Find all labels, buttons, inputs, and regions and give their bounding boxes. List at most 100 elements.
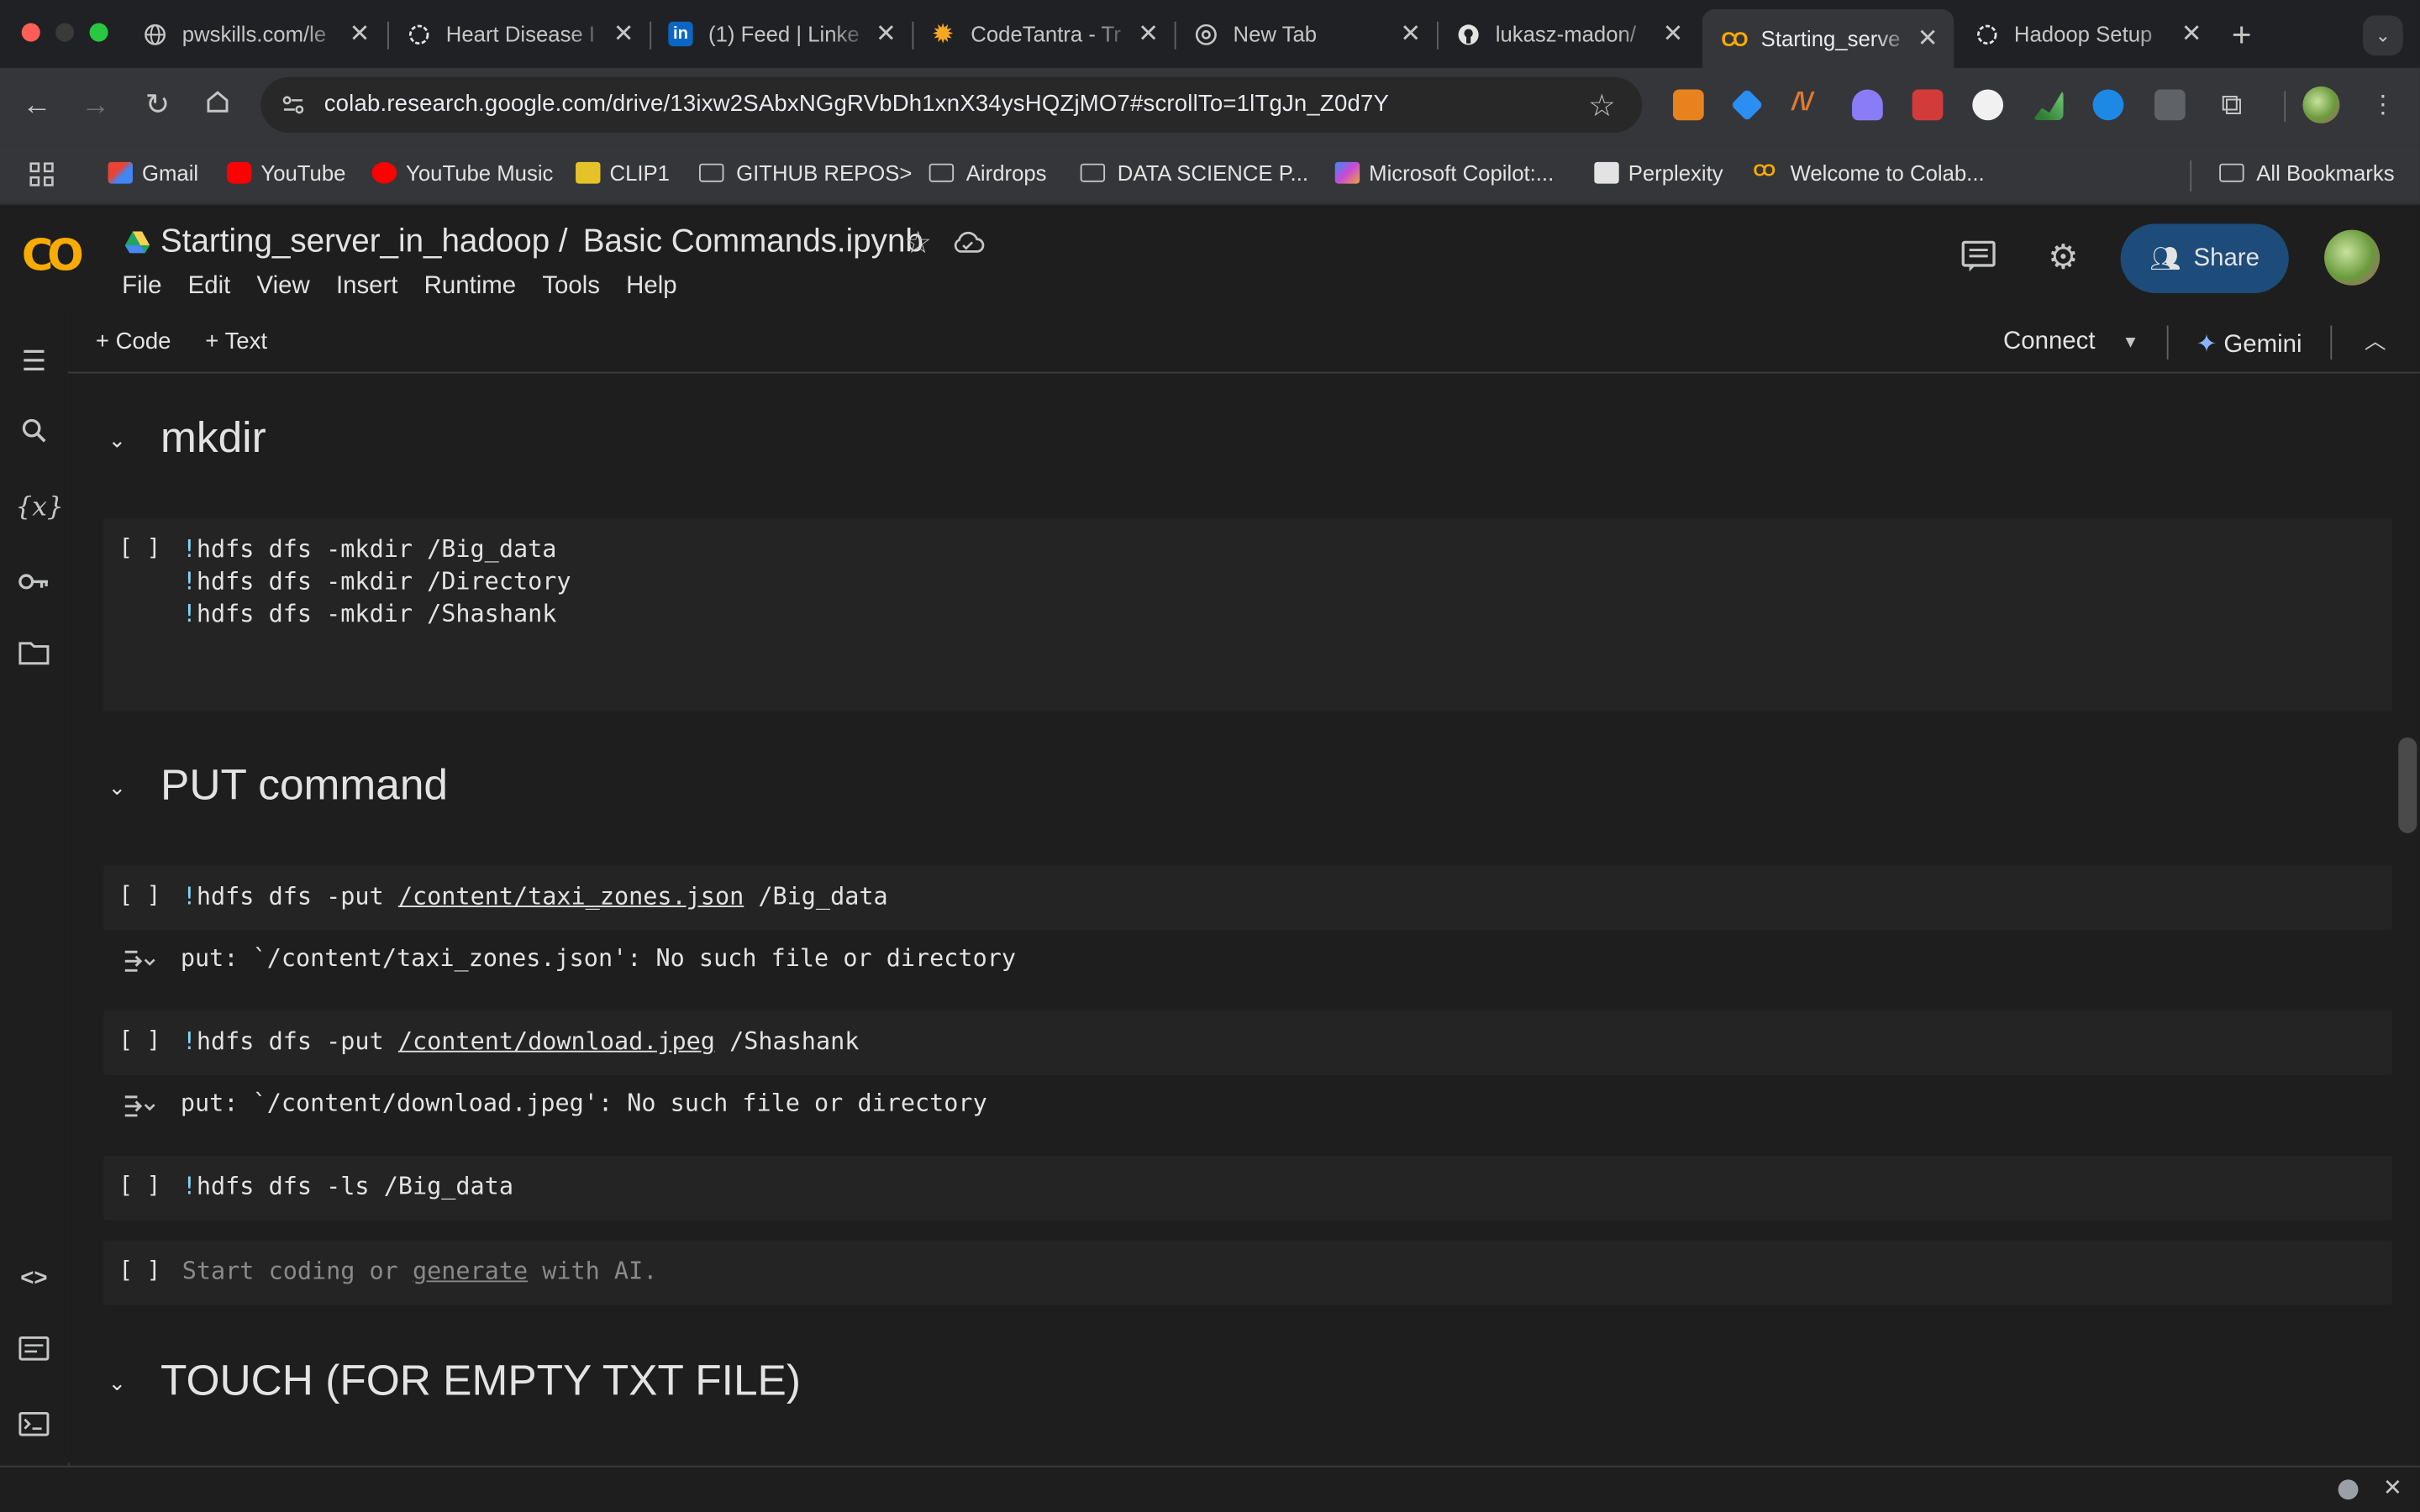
menu-runtime[interactable]: Runtime [424,273,516,301]
maximize-window-button[interactable] [89,23,108,42]
code-cell-put-2[interactable]: [ ] !hdfs dfs -put /content/download.jpe… [103,1011,2392,1076]
command-palette-icon[interactable] [15,1333,52,1370]
close-tab-icon[interactable]: ✕ [1659,18,1686,50]
metamask-extension-icon[interactable] [1672,89,1704,121]
run-cell-button[interactable]: [ ] [118,533,160,561]
collapse-section-chevron-icon[interactable]: ⌄ [108,774,127,801]
user-avatar[interactable] [2324,229,2381,286]
growth-extension-icon[interactable] [2032,89,2064,121]
settings-gear-icon[interactable]: ⚙ [2048,238,2078,278]
profile-avatar[interactable] [2302,86,2340,123]
back-arrow-icon[interactable]: ← [18,88,55,125]
tab-heart-disease[interactable]: Heart Disease I ✕ [387,9,650,59]
bookmark-perplexity[interactable]: Perplexity [1594,160,1723,185]
menu-help[interactable]: Help [626,273,676,301]
add-text-cell-button[interactable]: + Text [205,328,267,354]
wave-extension-icon[interactable]: /\/ [1791,90,1823,121]
notebook-name[interactable]: Basic Commands.ipynb [583,223,923,259]
code-cell-ls[interactable]: [ ] !hdfs dfs -ls /Big_data [103,1155,2392,1221]
terminal-icon[interactable] [15,1409,52,1446]
gemini-button[interactable]: ✦ Gemini [2196,328,2302,360]
apps-grid-icon[interactable] [28,160,55,196]
collapse-section-chevron-icon[interactable]: ⌄ [108,1370,127,1396]
ghost-extension-icon[interactable] [1852,89,1883,121]
bookmark-clip1[interactable]: CLIP1 [576,160,670,185]
tabs-extension-icon[interactable] [2154,89,2186,121]
collapse-section-chevron-icon[interactable]: ⌄ [108,428,127,454]
notebook-folder[interactable]: Starting_server_in_hadoop / [160,223,568,259]
menu-insert[interactable]: Insert [336,273,397,301]
menu-file[interactable]: File [122,273,161,301]
close-tab-icon[interactable]: ✕ [1134,18,1162,50]
bookmark-star-icon[interactable]: ☆ [1588,87,1616,125]
share-button[interactable]: 👥︎ Share [2120,223,2289,293]
search-icon[interactable] [15,417,52,454]
minimize-window-button[interactable] [55,23,75,42]
scrollbar-thumb[interactable] [2398,737,2417,833]
cell-code[interactable]: !hdfs dfs -put /content/taxi_zones.json … [182,881,888,914]
code-cell-mkdir[interactable]: [ ] !hdfs dfs -mkdir /Big_data !hdfs dfs… [103,518,2392,711]
files-folder-icon[interactable] [15,638,52,675]
s-extension-icon[interactable] [2092,89,2124,121]
tab-hadoop-setup[interactable]: Hadoop Setup ✕ [1955,9,2217,59]
output-actions-icon[interactable] [122,1092,155,1123]
star-icon[interactable]: ☆ [904,223,932,262]
diamond-extension-icon[interactable] [1730,88,1764,122]
run-cell-button[interactable]: [ ] [118,1026,160,1053]
bookmark-youtube-music[interactable]: YouTube Music [371,160,553,185]
tab-search-chevron-icon[interactable]: ⌄ [2362,15,2403,56]
bookmark-copilot[interactable]: Microsoft Copilot:... [1334,160,1554,185]
bookmark-youtube[interactable]: YouTube [226,160,345,185]
close-tab-icon[interactable]: ✕ [872,18,900,50]
new-tab-plus-icon[interactable]: + [2232,15,2252,55]
collapse-header-chevron-icon[interactable]: ︿ [2365,326,2386,357]
site-info-icon[interactable] [279,91,307,126]
cell-code[interactable]: !hdfs dfs -ls /Big_data [182,1171,513,1204]
chart-extension-icon[interactable] [1972,89,2004,121]
drive-icon[interactable] [124,230,151,263]
bookmark-github-repos[interactable]: GITHUB REPOS> [699,160,912,185]
close-tab-icon[interactable]: ✕ [1914,24,1942,55]
browser-menu-kebab-icon[interactable]: ⋮ [2365,88,2402,125]
run-cell-button[interactable]: [ ] [118,881,160,909]
bookmark-colab[interactable]: CO Welcome to Colab... [1753,160,1984,185]
add-code-cell-button[interactable]: + Code [96,328,171,354]
colab-logo[interactable]: CO [22,230,84,281]
code-snippets-icon[interactable]: <> [15,1261,52,1298]
reload-icon[interactable]: ↻ [139,88,176,125]
run-cell-button[interactable]: [ ] [118,1171,160,1199]
tab-linkedin[interactable]: in (1) Feed | Linke ✕ [650,9,912,59]
bookmark-gmail[interactable]: Gmail [108,160,198,185]
run-cell-button[interactable]: [ ] [118,1256,160,1284]
tab-new-tab[interactable]: New Tab ✕ [1175,9,1437,59]
close-tab-icon[interactable]: ✕ [345,18,373,50]
close-tab-icon[interactable]: ✕ [2178,18,2206,50]
all-bookmarks[interactable]: All Bookmarks [2219,160,2395,185]
lock-extension-icon[interactable] [1912,89,1944,121]
cell-code[interactable]: !hdfs dfs -put /content/download.jpeg /S… [182,1026,860,1058]
generate-link[interactable]: generate [413,1257,528,1285]
output-actions-icon[interactable] [122,948,155,979]
tab-github[interactable]: lukasz-madon/ ✕ [1437,9,1699,59]
cell-placeholder[interactable]: Start coding or generate with AI. [182,1256,658,1289]
tab-pwskills[interactable]: pwskills.com/le ✕ [124,9,386,59]
bookmark-data-science[interactable]: DATA SCIENCE P... [1080,160,1308,185]
code-cell-put-1[interactable]: [ ] !hdfs dfs -put /content/taxi_zones.j… [103,865,2392,931]
address-bar[interactable]: colab.research.google.com/drive/13ixw2SA… [260,76,1643,133]
close-window-button[interactable] [21,23,40,42]
code-cell-empty[interactable]: [ ] Start coding or generate with AI. [103,1240,2392,1305]
bookmark-airdrops[interactable]: Airdrops [929,160,1047,185]
connect-button[interactable]: Connect [2003,328,2095,356]
tab-colab-active[interactable]: CO Starting_serve ✕ [1702,9,1954,68]
comments-icon[interactable] [1960,239,1997,281]
tab-codetantra[interactable]: ✹ CodeTantra - Tr ✕ [912,9,1174,59]
menu-view[interactable]: View [257,273,310,301]
variables-icon[interactable]: {x} [15,489,63,526]
menu-edit[interactable]: Edit [188,273,231,301]
close-tab-icon[interactable]: ✕ [609,18,637,50]
close-tab-icon[interactable]: ✕ [1397,18,1424,50]
home-icon[interactable] [199,88,236,125]
extensions-puzzle-icon[interactable]: ⧉ [2213,88,2250,125]
menu-tools[interactable]: Tools [542,273,600,301]
table-of-contents-icon[interactable]: ☰ [15,343,52,380]
